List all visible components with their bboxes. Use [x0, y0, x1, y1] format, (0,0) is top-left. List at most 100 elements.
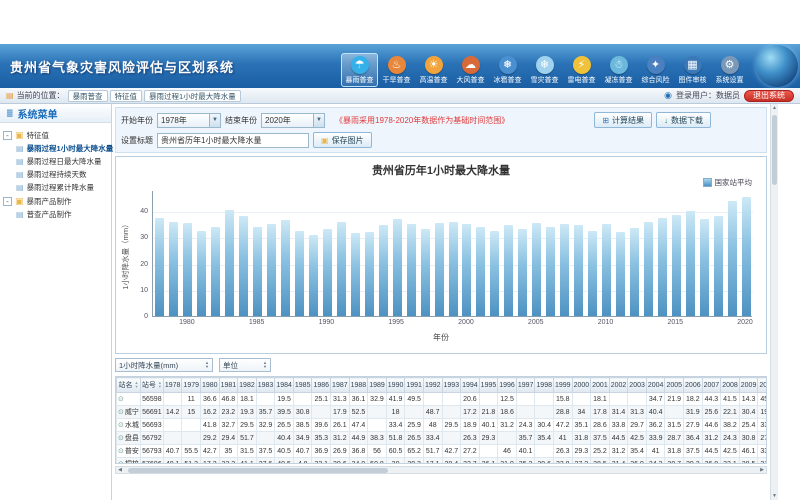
horizontal-scrollbar[interactable]: ◀ ▶ [115, 466, 767, 474]
start-year-select[interactable]: 1978年 ▼ [157, 113, 221, 128]
column-header[interactable]: 1990 [386, 378, 405, 393]
column-header[interactable]: 1981 [219, 378, 238, 393]
unit-combo[interactable]: 单位 ▲▼ [219, 358, 271, 372]
end-year-select[interactable]: 2020年 ▼ [261, 113, 325, 128]
tree-toggle-icon[interactable]: - [3, 131, 12, 140]
column-header[interactable]: 2001 [591, 378, 610, 393]
column-header[interactable]: 1983 [256, 378, 275, 393]
table-row[interactable]: ⊙盘县5679229.229.451.740.434.935.331.244.9… [117, 432, 768, 445]
tree-toggle-icon[interactable]: - [3, 197, 12, 206]
column-header[interactable]: 1988 [349, 378, 368, 393]
scroll-left-icon[interactable]: ◀ [116, 467, 124, 474]
station-radio-icon[interactable]: ⊙ [118, 422, 124, 429]
scroll-up-icon[interactable]: ▲ [771, 104, 778, 112]
chart-title-input[interactable] [157, 133, 309, 148]
nav-item-map-review[interactable]: ▦图件审核 [674, 53, 711, 87]
station-radio-icon[interactable]: ⊙ [118, 396, 124, 403]
nav-item-freeze[interactable]: ☃凝冻普查 [600, 53, 637, 87]
sidebar-item[interactable]: ▤暴雨过程持续天数 [3, 168, 108, 181]
spinner-arrows-icon[interactable]: ▲▼ [263, 361, 267, 369]
column-header[interactable]: 1989 [368, 378, 387, 393]
save-image-button[interactable]: ▣ 保存图片 [313, 132, 372, 148]
table-row[interactable]: ⊙565981136.646.818.119.525.131.336.132.9… [117, 393, 768, 406]
nav-item-settings[interactable]: ⚙系统设置 [711, 53, 748, 87]
app-title: 贵州省气象灾害风险评估与区划系统 [10, 57, 234, 76]
column-header[interactable]: 1984 [275, 378, 294, 393]
value-cell: 16.2 [201, 406, 220, 419]
nav-item-lightning[interactable]: ⚡雷电普查 [563, 53, 600, 87]
nav-item-heat[interactable]: ☀高温普查 [415, 53, 452, 87]
column-header[interactable]: 站名▲▼ [117, 378, 141, 393]
calculate-button[interactable]: ⊞ 计算结果 [594, 112, 652, 128]
column-header[interactable]: 2005 [665, 378, 684, 393]
column-header[interactable]: 站号▲▼ [140, 378, 163, 393]
column-header[interactable]: 2009 [739, 378, 758, 393]
sidebar-item[interactable]: ▤普查产品制作 [3, 208, 108, 221]
sort-arrows-icon[interactable]: ▲▼ [158, 381, 162, 389]
column-header[interactable]: 2007 [702, 378, 721, 393]
nav-item-hail[interactable]: ❅冰雹普查 [489, 53, 526, 87]
breadcrumb-item[interactable]: 暴雨普查 [68, 90, 108, 102]
vscroll-thumb[interactable] [772, 115, 777, 185]
column-header[interactable]: 1999 [553, 378, 572, 393]
download-button[interactable]: ↓ 数据下载 [656, 112, 711, 128]
nav-item-risk[interactable]: ✦综合风险 [637, 53, 674, 87]
table-row[interactable]: ⊙水城5669341.832.729.532.926.538.539.626.1… [117, 419, 768, 432]
value-cell: 26.3 [461, 432, 480, 445]
value-cell: 34 [572, 406, 591, 419]
chart-bar [449, 222, 458, 317]
sidebar-item[interactable]: ▤暴雨过程累计降水量 [3, 181, 108, 194]
column-header[interactable]: 1979 [182, 378, 201, 393]
station-radio-icon[interactable]: ⊙ [118, 461, 124, 464]
station-radio-icon[interactable]: ⊙ [118, 409, 124, 416]
column-header[interactable]: 1982 [238, 378, 257, 393]
table-row[interactable]: ⊙桐梓5760640.151.317.233.241.127.640.54.83… [117, 458, 768, 465]
column-header[interactable]: 1991 [405, 378, 424, 393]
column-header[interactable]: 2000 [572, 378, 591, 393]
breadcrumb-item[interactable]: 暴雨过程1小时最大降水量 [144, 90, 241, 102]
nav-item-rainstorm[interactable]: ☂暴雨普查 [341, 53, 378, 87]
column-header[interactable]: 1993 [442, 378, 461, 393]
sidebar-item[interactable]: ▤暴雨过程日最大降水量 [3, 155, 108, 168]
column-header[interactable]: 1985 [293, 378, 312, 393]
column-header[interactable]: 1994 [461, 378, 480, 393]
column-header[interactable]: 2008 [721, 378, 740, 393]
column-header[interactable]: 2004 [646, 378, 665, 393]
nav-item-snow[interactable]: ❄雪灾普查 [526, 53, 563, 87]
scroll-right-icon[interactable]: ▶ [758, 467, 766, 474]
sidebar-header: ≣ 系统菜单 [0, 104, 111, 123]
column-header[interactable]: 1980 [201, 378, 220, 393]
column-header[interactable]: 1995 [479, 378, 498, 393]
column-header[interactable]: 2002 [609, 378, 628, 393]
station-radio-icon[interactable]: ⊙ [118, 448, 124, 455]
y-tick-label: 10 [122, 287, 148, 294]
table-row[interactable]: ⊙威宁5669114.21516.223.219.335.739.530.817… [117, 406, 768, 419]
lightning-icon: ⚡ [573, 56, 591, 74]
column-header[interactable]: 2010 [758, 378, 767, 393]
column-header[interactable]: 1992 [423, 378, 442, 393]
column-header[interactable]: 1996 [498, 378, 517, 393]
tree-group[interactable]: -▣暴雨产品制作 [3, 194, 108, 208]
column-header[interactable]: 1997 [516, 378, 535, 393]
logout-button[interactable]: 退出系统 [744, 90, 794, 102]
tree-group[interactable]: -▣特征值 [3, 128, 108, 142]
column-header[interactable]: 1987 [331, 378, 350, 393]
station-radio-icon[interactable]: ⊙ [118, 435, 124, 442]
value-cell: 33.2 [219, 458, 238, 465]
breadcrumb-item[interactable]: 特征值 [110, 90, 143, 102]
column-header[interactable]: 1978 [163, 378, 182, 393]
column-header[interactable]: 2006 [684, 378, 703, 393]
element-combo[interactable]: 1小时降水量(mm) ▲▼ [115, 358, 213, 372]
vertical-scrollbar[interactable]: ▲ ▼ [770, 104, 778, 500]
column-header[interactable]: 1986 [312, 378, 331, 393]
scroll-down-icon[interactable]: ▼ [771, 492, 778, 500]
sidebar-item[interactable]: ▤暴雨过程1小时最大降水量 [3, 142, 108, 155]
nav-item-drought[interactable]: ♨干旱普查 [378, 53, 415, 87]
hscroll-thumb[interactable] [128, 468, 388, 473]
spinner-arrows-icon[interactable]: ▲▼ [205, 361, 209, 369]
column-header[interactable]: 1998 [535, 378, 554, 393]
sort-arrows-icon[interactable]: ▲▼ [134, 381, 138, 389]
table-row[interactable]: ⊙普安5679340.755.542.73531.537.540.540.736… [117, 445, 768, 458]
nav-item-wind[interactable]: ☁大风普查 [452, 53, 489, 87]
column-header[interactable]: 2003 [628, 378, 647, 393]
